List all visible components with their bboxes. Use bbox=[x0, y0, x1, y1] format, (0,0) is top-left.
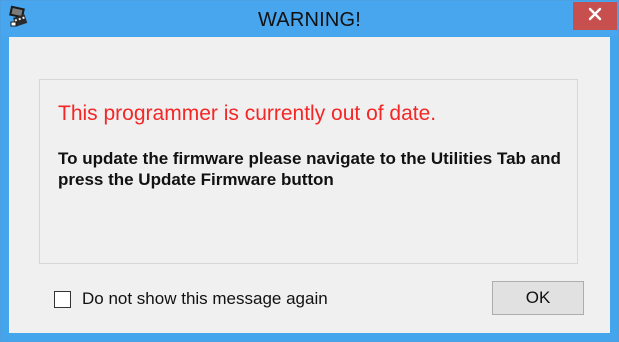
warning-dialog: WARNING! This programmer is currently ou… bbox=[0, 0, 619, 342]
dialog-body: This programmer is currently out of date… bbox=[9, 37, 610, 333]
dont-show-again-label[interactable]: Do not show this message again bbox=[82, 289, 328, 309]
detail-message: To update the firmware please navigate t… bbox=[58, 149, 561, 189]
close-button[interactable] bbox=[573, 2, 617, 30]
warning-message: This programmer is currently out of date… bbox=[58, 102, 437, 125]
window-title: WARNING! bbox=[257, 9, 362, 31]
title-bar[interactable]: WARNING! bbox=[1, 1, 618, 37]
dont-show-again-checkbox[interactable] bbox=[54, 291, 71, 308]
close-icon bbox=[588, 7, 602, 26]
ok-button[interactable]: OK bbox=[492, 281, 584, 315]
message-panel: This programmer is currently out of date… bbox=[39, 79, 578, 264]
